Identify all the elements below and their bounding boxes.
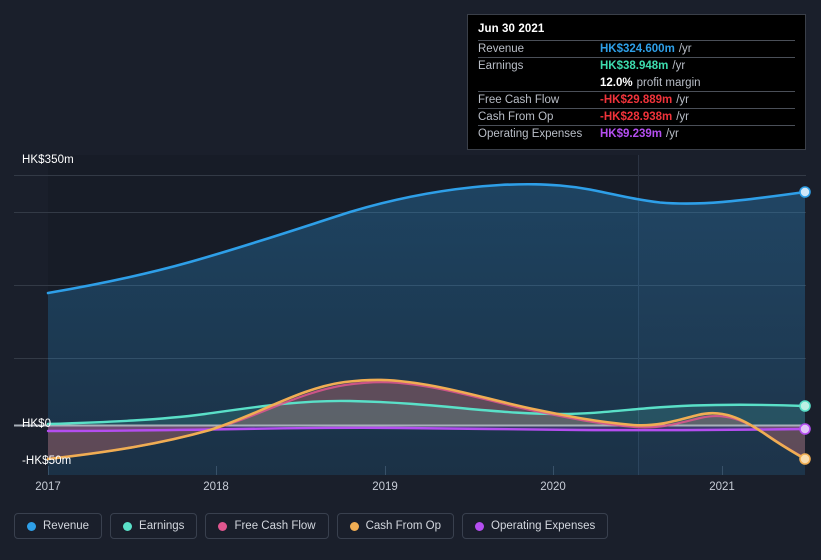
tooltip-label-cash-from-op: Cash From Op (478, 111, 554, 123)
legend-label-free-cash-flow: Free Cash Flow (234, 520, 316, 532)
legend-item-cash-from-op[interactable]: Cash From Op (336, 513, 455, 539)
tooltip-label-operating-expenses: Operating Expenses (478, 128, 583, 140)
tooltip-date-title: Jun 30 2021 (478, 23, 545, 35)
legend-dot-free-cash-flow-icon (218, 521, 228, 531)
marker-operating-expenses[interactable] (799, 423, 811, 435)
tooltip-value-earnings: HK$38.948m (600, 60, 669, 72)
tooltip-row-operating-expenses: Operating Expenses HK$9.239m /yr (478, 125, 795, 142)
financial-performance-chart: HK$350m HK$0 -HK$50m 2017 2018 2019 2020… (0, 0, 821, 560)
tooltip-unit-free-cash-flow: /yr (676, 94, 690, 106)
tooltip-label-earnings: Earnings (478, 60, 524, 72)
legend-dot-earnings-icon (123, 521, 133, 531)
legend-item-revenue[interactable]: Revenue (14, 513, 103, 539)
tooltip-unit-operating-expenses: /yr (666, 128, 679, 140)
tooltip-row-cash-from-op: Cash From Op -HK$28.938m /yr (478, 108, 795, 125)
tooltip-row-revenue: Revenue HK$324.600m /yr (478, 40, 795, 57)
legend-label-operating-expenses: Operating Expenses (491, 520, 596, 532)
legend-dot-revenue-icon (27, 521, 36, 531)
legend-item-operating-expenses[interactable]: Operating Expenses (462, 513, 609, 539)
marker-cash-from-op[interactable] (799, 453, 811, 465)
x-axis-label-2021: 2021 (709, 481, 735, 493)
tooltip-value-operating-expenses: HK$9.239m (600, 128, 663, 140)
legend-label-cash-from-op: Cash From Op (365, 520, 442, 532)
legend-label-revenue: Revenue (43, 520, 90, 532)
tooltip-row-free-cash-flow: Free Cash Flow -HK$29.889m /yr (478, 91, 795, 108)
legend-item-free-cash-flow[interactable]: Free Cash Flow (205, 513, 329, 539)
tooltip-unit-revenue: /yr (678, 43, 692, 55)
marker-revenue[interactable] (799, 186, 811, 198)
chart-legend: Revenue Earnings Free Cash Flow Cash Fro… (14, 513, 609, 539)
tooltip-label-revenue: Revenue (478, 43, 525, 55)
tooltip-value-revenue: HK$324.600m (600, 43, 675, 55)
tooltip-unit-cash-from-op: /yr (676, 111, 690, 123)
tooltip-unit-profit-margin: profit margin (636, 76, 701, 89)
tooltip-row-profit-margin: 12.0% profit margin (478, 74, 795, 91)
tooltip-value-free-cash-flow: -HK$29.889m (600, 94, 673, 106)
x-axis-label-2019: 2019 (372, 481, 398, 493)
tooltip-value-profit-margin: 12.0% (600, 76, 633, 89)
legend-label-earnings: Earnings (139, 520, 185, 532)
x-axis-label-2017: 2017 (35, 481, 61, 493)
legend-item-earnings[interactable]: Earnings (110, 513, 198, 539)
x-axis-label-2018: 2018 (203, 481, 229, 493)
data-tooltip: Jun 30 2021 Revenue HK$324.600m /yr Earn… (467, 14, 806, 150)
legend-dot-operating-expenses-icon (475, 521, 485, 531)
tooltip-label-free-cash-flow: Free Cash Flow (478, 94, 560, 106)
marker-earnings[interactable] (799, 400, 811, 412)
tooltip-unit-earnings: /yr (672, 60, 686, 72)
x-axis-label-2020: 2020 (540, 481, 566, 493)
tooltip-value-cash-from-op: -HK$28.938m (600, 111, 673, 123)
legend-dot-cash-from-op-icon (349, 521, 359, 531)
tooltip-row-earnings: Earnings HK$38.948m /yr (478, 57, 795, 74)
